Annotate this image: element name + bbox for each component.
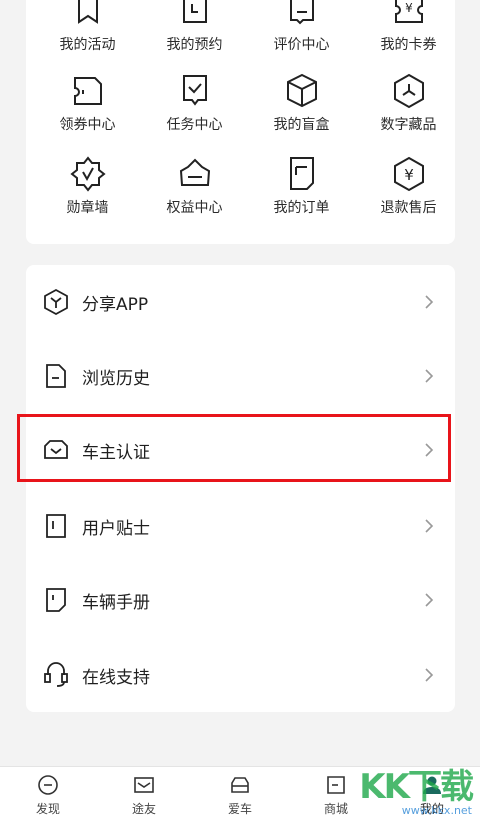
chevron-right-icon xyxy=(423,592,435,608)
grid-item-benefits-center[interactable]: 权益中心 xyxy=(141,155,248,235)
comment-icon xyxy=(289,0,314,25)
list-item-owner-verification[interactable]: 车主认证 xyxy=(26,413,455,487)
share-hexagon-icon xyxy=(42,288,70,316)
chevron-right-icon xyxy=(423,518,435,534)
list-item-label: 车辆手册 xyxy=(82,592,150,613)
list-item-browse-history[interactable]: 浏览历史 xyxy=(26,339,455,413)
car-icon xyxy=(231,777,249,793)
grid-item-digital-collectibles[interactable]: 数字藏品 xyxy=(355,72,462,152)
list-item-label: 在线支持 xyxy=(82,667,150,688)
tab-label: 爱车 xyxy=(227,802,252,816)
tab-label: 商城 xyxy=(323,802,348,816)
grid-item-task-center[interactable]: 任务中心 xyxy=(141,72,248,152)
grid-label: 我的订单 xyxy=(273,200,330,216)
grid-label: 我的卡券 xyxy=(380,37,437,53)
tab-label: 我的 xyxy=(419,802,444,816)
store-icon xyxy=(327,776,345,794)
list-item-label: 分享APP xyxy=(82,294,149,315)
grid-item-my-activity[interactable]: 我的活动 xyxy=(34,0,141,72)
grid-item-my-coupons[interactable]: ¥ 我的卡券 xyxy=(355,0,462,72)
grid-label: 我的预约 xyxy=(166,37,223,53)
tab-store[interactable]: 商城 xyxy=(288,773,384,825)
user-icon xyxy=(423,776,441,794)
grid-item-my-booking[interactable]: 我的预约 xyxy=(141,0,248,72)
grid-label: 我的盲盒 xyxy=(273,117,330,133)
hexagon-collectible-icon xyxy=(393,73,424,109)
tab-friends[interactable]: 途友 xyxy=(96,773,192,825)
grid-label: 评价中心 xyxy=(273,37,330,53)
svg-text:¥: ¥ xyxy=(404,166,414,184)
grid-label: 数字藏品 xyxy=(380,117,437,133)
svg-text:¥: ¥ xyxy=(405,1,413,15)
grid-item-my-blindbox[interactable]: 我的盲盒 xyxy=(248,72,355,152)
chevron-right-icon xyxy=(423,294,435,310)
grid-item-review-center[interactable]: 评价中心 xyxy=(248,0,355,72)
grid-label: 领券中心 xyxy=(59,117,116,133)
tab-label: 发现 xyxy=(35,802,60,816)
crown-icon xyxy=(179,158,210,186)
calendar-clock-icon xyxy=(182,0,207,23)
grid-label: 权益中心 xyxy=(166,200,223,216)
shortcut-grid-card: 我的活动 我的预约 评价中心 ¥ 我的卡券 领券中心 任务中心 我的盲盒 数字藏… xyxy=(26,0,455,244)
tab-mine[interactable]: 我的 xyxy=(384,773,480,825)
list-item-online-support[interactable]: 在线支持 xyxy=(26,638,455,712)
grid-label: 我的活动 xyxy=(59,37,116,53)
checklist-icon xyxy=(182,75,207,106)
list-item-label: 浏览历史 xyxy=(82,368,150,389)
medal-icon xyxy=(69,156,106,192)
tab-label: 途友 xyxy=(131,802,156,816)
tab-my-car[interactable]: 爱车 xyxy=(192,773,288,825)
box-icon xyxy=(286,73,317,108)
refund-yen-icon: ¥ xyxy=(393,156,424,192)
grid-label: 退款售后 xyxy=(380,200,437,216)
coupon-yen-icon: ¥ xyxy=(394,0,423,23)
history-doc-icon xyxy=(42,362,70,390)
mail-icon xyxy=(134,777,154,793)
tab-discover[interactable]: 发现 xyxy=(0,773,96,825)
list-item-label: 车主认证 xyxy=(82,442,150,463)
tips-icon xyxy=(42,512,70,540)
chevron-right-icon xyxy=(423,667,435,683)
grid-label: 任务中心 xyxy=(166,117,223,133)
list-item-share-app[interactable]: 分享APP xyxy=(26,265,455,339)
ticket-icon xyxy=(73,77,102,105)
grid-label: 勋章墙 xyxy=(66,200,109,216)
bottom-tab-bar: 发现 途友 爱车 商城 我的 xyxy=(0,766,480,828)
chevron-right-icon xyxy=(423,442,435,458)
car-owner-icon xyxy=(42,436,70,464)
bookmark-flag-icon xyxy=(77,0,98,24)
settings-list-card: 分享APP 浏览历史 车主认证 用户贴士 车辆手册 在线支持 xyxy=(26,265,455,712)
manual-icon xyxy=(42,586,70,614)
list-item-user-tips[interactable]: 用户贴士 xyxy=(26,489,455,563)
list-item-vehicle-manual[interactable]: 车辆手册 xyxy=(26,563,455,637)
list-item-label: 用户贴士 xyxy=(82,518,150,539)
grid-item-my-orders[interactable]: 我的订单 xyxy=(248,155,355,235)
grid-item-refund-aftersale[interactable]: ¥ 退款售后 xyxy=(355,155,462,235)
grid-item-coupon-center[interactable]: 领券中心 xyxy=(34,72,141,152)
compass-icon xyxy=(38,775,58,795)
grid-item-medal-wall[interactable]: 勋章墙 xyxy=(34,155,141,235)
chevron-right-icon xyxy=(423,368,435,384)
headset-icon xyxy=(42,661,70,689)
order-icon xyxy=(289,157,314,190)
